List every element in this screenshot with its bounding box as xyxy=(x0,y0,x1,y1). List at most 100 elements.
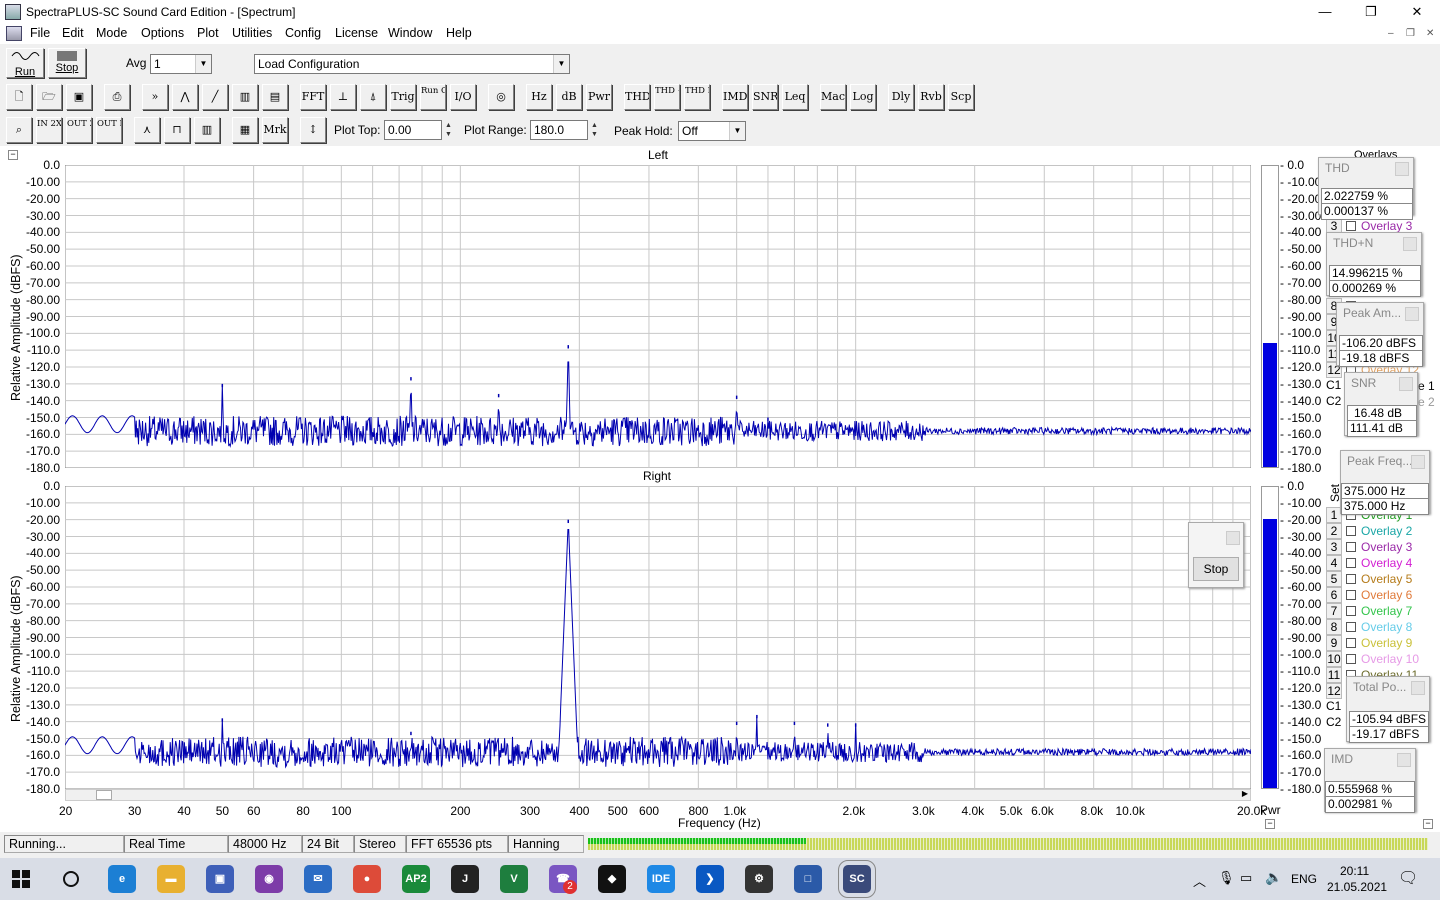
menu-config[interactable]: Config xyxy=(285,26,321,40)
window-taskbar-icon[interactable]: □ xyxy=(794,865,822,893)
explorer-taskbar-icon[interactable]: ▬ xyxy=(157,865,185,893)
meter-collapse-icon[interactable]: − xyxy=(1265,819,1275,829)
overlay-checkbox[interactable] xyxy=(1346,574,1356,584)
save-icon[interactable]: ▣ xyxy=(66,84,92,110)
minimize-button[interactable]: — xyxy=(1302,0,1348,24)
thdn-button[interactable]: THD +N xyxy=(654,84,680,110)
maximize-button[interactable]: ❐ xyxy=(1348,0,1394,24)
menu-plot[interactable]: Plot xyxy=(197,26,219,40)
panel-stop-button[interactable]: Stop xyxy=(1193,557,1239,581)
run-button[interactable]: Run xyxy=(6,48,44,78)
clock-time[interactable]: 20:11 xyxy=(1340,864,1369,878)
edge-taskbar-icon[interactable]: e xyxy=(108,865,136,893)
spectraplus-taskbar-icon[interactable]: SC xyxy=(838,860,876,898)
open-folder-icon[interactable]: 🗁 xyxy=(36,84,62,110)
print-icon[interactable]: ⎙ xyxy=(104,84,130,110)
overlay-checkbox[interactable] xyxy=(1346,606,1356,616)
save-taskbar-icon[interactable]: ▣ xyxy=(206,865,234,893)
dly-button[interactable]: Dly xyxy=(888,84,914,110)
panel-close-icon[interactable] xyxy=(1399,377,1413,391)
menu-license[interactable]: License xyxy=(335,26,378,40)
scp-button[interactable]: Scp xyxy=(948,84,974,110)
marker-button[interactable]: Mrk xyxy=(262,117,288,143)
overlay-item[interactable]: 7 Overlay 7 xyxy=(1326,603,1412,619)
close-button[interactable]: ✕ xyxy=(1394,0,1440,24)
waveform-icon[interactable]: ╱ xyxy=(202,84,228,110)
axis-icon[interactable]: ⊥ xyxy=(330,84,356,110)
mdi-restore-button[interactable]: ❐ xyxy=(1406,28,1415,39)
log-button[interactable]: Log xyxy=(850,84,876,110)
new-file-icon[interactable]: 🗋 xyxy=(6,84,32,110)
run-ctrl-button[interactable]: Run Ctrl xyxy=(420,84,446,110)
thd-panel[interactable]: THD 2.022759 % 0.000137 % xyxy=(1318,157,1414,220)
scroll-right-icon[interactable]: ▶ xyxy=(1242,789,1248,798)
overlay-checkbox[interactable] xyxy=(1346,590,1356,600)
overlay-item[interactable]: 3 Overlay 3 xyxy=(1326,539,1412,555)
hz-button[interactable]: Hz xyxy=(526,84,552,110)
table-icon[interactable]: ▦ xyxy=(232,117,258,143)
panel-close-icon[interactable] xyxy=(1411,455,1425,469)
db-button[interactable]: dB xyxy=(556,84,582,110)
clock-date[interactable]: 21.05.2021 xyxy=(1327,880,1387,894)
stop-button[interactable]: Stop xyxy=(48,48,86,78)
spectrum-mode-icon[interactable]: ⋀ xyxy=(172,84,198,110)
vertical-scale-icon[interactable]: ↕ xyxy=(300,117,326,143)
snr-button[interactable]: SNR xyxy=(752,84,778,110)
menu-edit[interactable]: Edit xyxy=(62,26,84,40)
spinner-icon[interactable]: ▲ ▼ xyxy=(442,121,455,141)
menu-options[interactable]: Options xyxy=(141,26,184,40)
horizontal-scrollbar[interactable]: ▶ xyxy=(65,789,1251,801)
plot-top-input[interactable]: 0.00 ▲ ▼ xyxy=(384,120,452,140)
overlay-item[interactable]: 8 Overlay 8 xyxy=(1326,619,1412,635)
jetbrains-taskbar-icon[interactable]: J xyxy=(451,865,479,893)
menu-help[interactable]: Help xyxy=(446,26,472,40)
line-plot-icon[interactable]: ⋏ xyxy=(134,117,160,143)
snr-panel[interactable]: SNR 16.48 dB 111.41 dB xyxy=(1344,372,1418,437)
thdn-panel[interactable]: THD+N 14.996215 % 0.000269 % xyxy=(1326,232,1422,297)
trig-button[interactable]: Trig xyxy=(390,84,416,110)
stop-panel[interactable]: Stop xyxy=(1188,522,1244,588)
fast-forward-icon[interactable]: » xyxy=(142,84,168,110)
left-spectrum-chart[interactable] xyxy=(65,165,1251,468)
thd-freq-button[interactable]: THD Freq xyxy=(684,84,710,110)
leq-button[interactable]: Leq xyxy=(782,84,808,110)
mdi-minimize-button[interactable]: – xyxy=(1388,28,1394,39)
overlay-checkbox[interactable] xyxy=(1346,622,1356,632)
pwr-button[interactable]: Pwr xyxy=(586,84,612,110)
ss-taskbar-icon[interactable]: ◆ xyxy=(598,865,626,893)
mac-button[interactable]: Mac xyxy=(820,84,846,110)
overlay-checkbox[interactable] xyxy=(1346,558,1356,568)
zoom-out-2x-button[interactable]: OUT 2X xyxy=(66,117,92,143)
panel-close-icon[interactable] xyxy=(1405,307,1419,321)
generator-icon[interactable]: ◎ xyxy=(488,84,514,110)
panel-close-icon[interactable] xyxy=(1226,531,1240,545)
overlay-checkbox[interactable] xyxy=(1346,654,1356,664)
menu-mode[interactable]: Mode xyxy=(96,26,127,40)
panel-close-icon[interactable] xyxy=(1411,681,1425,695)
io-button[interactable]: I/O xyxy=(450,84,476,110)
zoom-in-2x-button[interactable]: IN 2X xyxy=(36,117,62,143)
windows-start-icon[interactable] xyxy=(12,870,30,888)
bar-plot-icon[interactable]: ▥ xyxy=(194,117,220,143)
mdi-close-button[interactable]: ✕ xyxy=(1426,28,1434,39)
mail-taskbar-icon[interactable]: ✉ xyxy=(304,865,332,893)
overlay-checkbox[interactable] xyxy=(1346,638,1356,648)
overlay-item[interactable]: 5 Overlay 5 xyxy=(1326,571,1412,587)
search-icon[interactable] xyxy=(63,871,79,887)
panel-close-icon[interactable] xyxy=(1397,753,1411,767)
network-icon[interactable]: ▭ xyxy=(1240,870,1252,886)
spinner-icon[interactable]: ▲ ▼ xyxy=(588,121,601,141)
overlay-checkbox[interactable] xyxy=(1346,221,1356,231)
tray-chevron-icon[interactable]: ︿ xyxy=(1193,871,1206,890)
language-indicator[interactable]: ENG xyxy=(1291,872,1317,886)
total-power-panel[interactable]: Total Po... -105.94 dBFS -19.17 dBFS xyxy=(1346,676,1430,743)
zoom-full-button[interactable]: OUT FULL xyxy=(96,117,122,143)
tor-taskbar-icon[interactable]: ◉ xyxy=(255,865,283,893)
right-spectrum-chart[interactable] xyxy=(65,486,1251,789)
step-plot-icon[interactable]: ⊓ xyxy=(164,117,190,143)
overlay-checkbox[interactable] xyxy=(1346,542,1356,552)
3d-surface-icon[interactable]: ▤ xyxy=(262,84,288,110)
document-icon[interactable] xyxy=(6,26,22,41)
menu-file[interactable]: File xyxy=(30,26,50,40)
ap2-taskbar-icon[interactable]: AP2 xyxy=(402,865,430,893)
